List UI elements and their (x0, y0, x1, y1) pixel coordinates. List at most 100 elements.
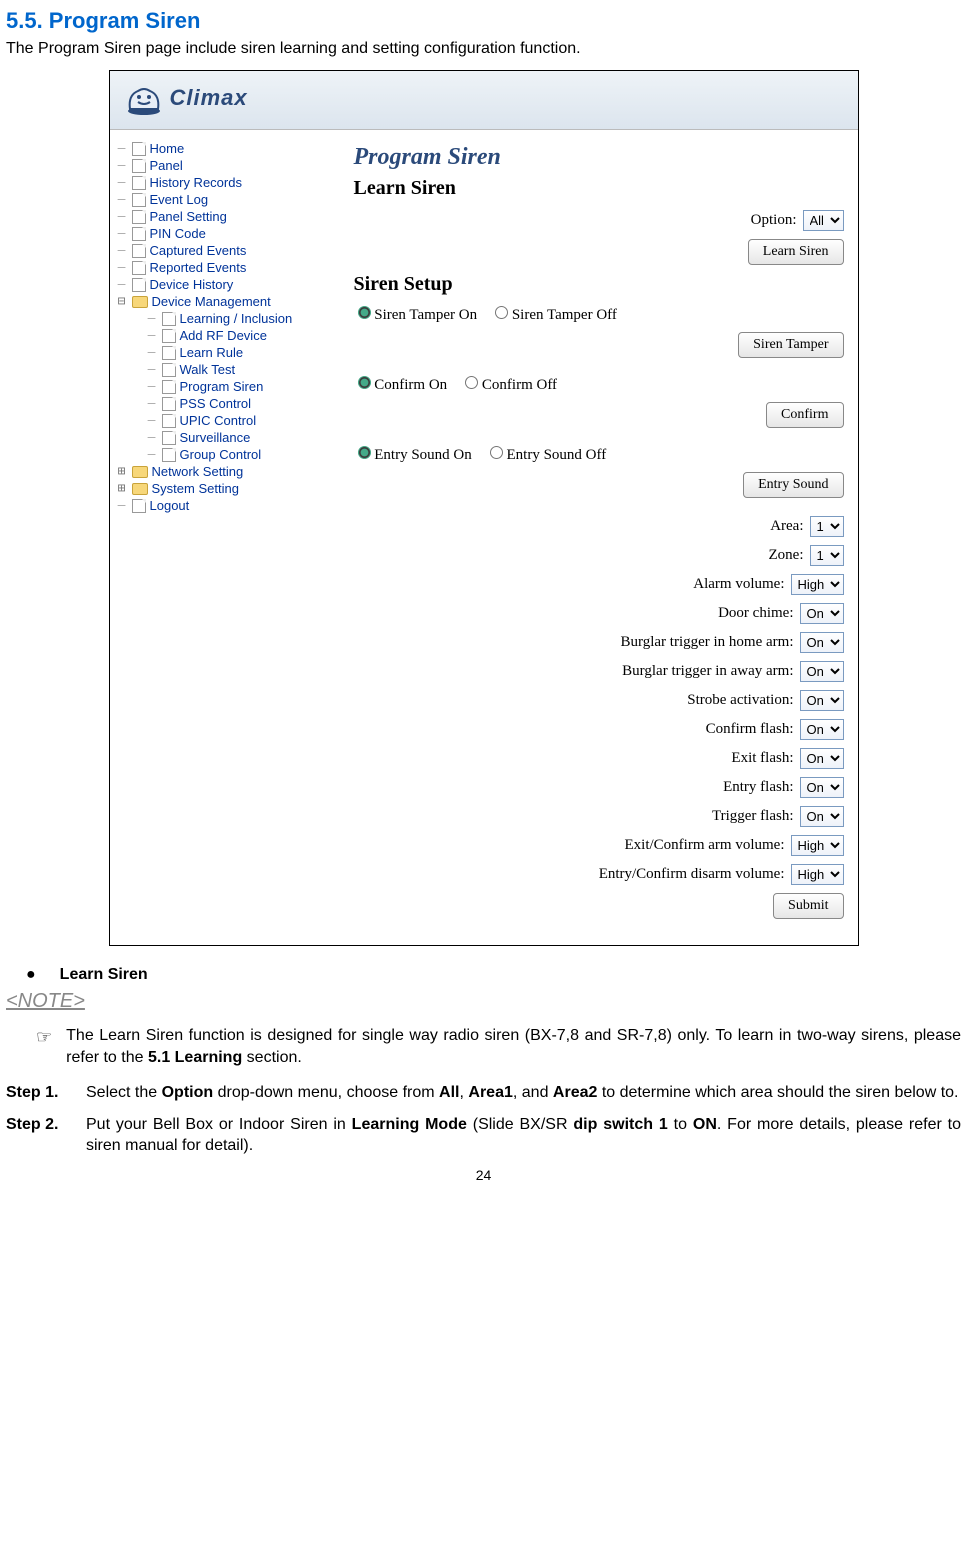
nav-upic-control[interactable]: UPIC Control (116, 412, 333, 429)
nav-panel[interactable]: Panel (116, 157, 333, 174)
page-icon (132, 261, 146, 275)
step-bold: Option (162, 1084, 214, 1101)
nav-pss-control[interactable]: PSS Control (116, 395, 333, 412)
entry-sound-button[interactable]: Entry Sound (743, 472, 843, 498)
step-text: to determine which area should the siren… (597, 1084, 958, 1101)
option-label: Option: (751, 212, 797, 229)
nav-label: Device History (150, 277, 234, 292)
confirm-flash-select[interactable]: On (800, 719, 844, 740)
step-text: (Slide BX/SR (467, 1116, 574, 1133)
entry-flash-select[interactable]: On (800, 777, 844, 798)
confirm-button[interactable]: Confirm (766, 402, 843, 428)
submit-button[interactable]: Submit (773, 893, 843, 919)
folder-icon (132, 296, 148, 308)
nav-logout[interactable]: Logout (116, 497, 333, 514)
nav-surveillance[interactable]: Surveillance (116, 429, 333, 446)
section-heading: 5.5. Program Siren (6, 8, 961, 34)
burglar-away-select[interactable]: On (800, 661, 844, 682)
bullet-text: Learn Siren (60, 966, 148, 984)
step-text: to (668, 1116, 693, 1133)
page-icon (132, 159, 146, 173)
nav-program-siren[interactable]: Program Siren (116, 378, 333, 395)
nav-captured-events[interactable]: Captured Events (116, 242, 333, 259)
alarm-volume-select[interactable]: High (791, 574, 844, 595)
page-icon (132, 210, 146, 224)
entry-sound-on-radio[interactable]: Entry Sound On (358, 446, 472, 464)
learn-siren-button[interactable]: Learn Siren (748, 239, 844, 265)
confirm-off-radio[interactable]: Confirm Off (465, 376, 557, 394)
nav-device-history[interactable]: Device History (116, 276, 333, 293)
option-select[interactable]: All (803, 210, 844, 231)
note-bold: 5.1 Learning (148, 1049, 242, 1066)
nav-learning-inclusion[interactable]: Learning / Inclusion (116, 310, 333, 327)
area-select[interactable]: 1 (810, 516, 844, 537)
entry-confirm-disarm-select[interactable]: High (791, 864, 844, 885)
step-text: Select the (86, 1084, 162, 1101)
page-icon (162, 448, 176, 462)
step-label: Step 1. (6, 1082, 74, 1104)
radio-label: Entry Sound On (374, 447, 472, 463)
pointer-icon: ☞ (36, 1025, 52, 1068)
zone-label: Zone: (769, 547, 804, 564)
page-icon (162, 329, 176, 343)
page-icon (132, 142, 146, 156)
entry-sound-off-radio[interactable]: Entry Sound Off (490, 446, 606, 464)
siren-tamper-off-radio[interactable]: Siren Tamper Off (495, 306, 617, 324)
trigger-flash-select[interactable]: On (800, 806, 844, 827)
nav-group-control[interactable]: Group Control (116, 446, 333, 463)
nav-label: PIN Code (150, 226, 206, 241)
nav-panel-setting[interactable]: Panel Setting (116, 208, 333, 225)
nav-label: PSS Control (180, 396, 252, 411)
nav-network-setting[interactable]: Network Setting (116, 463, 333, 480)
app-header: Climax (110, 71, 858, 130)
nav-reported-events[interactable]: Reported Events (116, 259, 333, 276)
main-panel: Program Siren Learn Siren Option: All Le… (340, 130, 858, 945)
entry-flash-label: Entry flash: (723, 779, 793, 796)
exit-flash-select[interactable]: On (800, 748, 844, 769)
nav-system-setting[interactable]: System Setting (116, 480, 333, 497)
exit-confirm-arm-select[interactable]: High (791, 835, 844, 856)
burglar-home-label: Burglar trigger in home arm: (620, 634, 793, 651)
page-icon (162, 397, 176, 411)
confirm-on-radio[interactable]: Confirm On (358, 376, 448, 394)
step-bold: ON (693, 1116, 717, 1133)
nav-home[interactable]: Home (116, 140, 333, 157)
nav-label: UPIC Control (180, 413, 257, 428)
intro-text: The Program Siren page include siren lea… (6, 40, 961, 58)
radio-label: Siren Tamper On (374, 307, 477, 323)
nav-history-records[interactable]: History Records (116, 174, 333, 191)
strobe-activation-select[interactable]: On (800, 690, 844, 711)
door-chime-select[interactable]: On (800, 603, 844, 624)
page-icon (132, 193, 146, 207)
nav-label: Learn Rule (180, 345, 244, 360)
radio-label: Entry Sound Off (507, 447, 607, 463)
nav-label: Learning / Inclusion (180, 311, 293, 326)
zone-select[interactable]: 1 (810, 545, 844, 566)
step-bold: Learning Mode (352, 1116, 467, 1133)
siren-tamper-button[interactable]: Siren Tamper (738, 332, 843, 358)
nav-walk-test[interactable]: Walk Test (116, 361, 333, 378)
exit-flash-label: Exit flash: (731, 750, 793, 767)
nav-label: Group Control (180, 447, 262, 462)
nav-device-management[interactable]: Device Management (116, 293, 333, 310)
siren-tamper-on-radio[interactable]: Siren Tamper On (358, 306, 478, 324)
nav-label: Panel (150, 158, 183, 173)
nav-label: Captured Events (150, 243, 247, 258)
nav-learn-rule[interactable]: Learn Rule (116, 344, 333, 361)
exit-confirm-arm-label: Exit/Confirm arm volume: (625, 837, 785, 854)
radio-label: Confirm Off (482, 377, 557, 393)
nav-event-log[interactable]: Event Log (116, 191, 333, 208)
folder-icon (132, 466, 148, 478)
nav-label: Surveillance (180, 430, 251, 445)
page-icon (162, 312, 176, 326)
nav-pin-code[interactable]: PIN Code (116, 225, 333, 242)
step-text: drop-down menu, choose from (213, 1084, 439, 1101)
nav-add-rf-device[interactable]: Add RF Device (116, 327, 333, 344)
burglar-home-select[interactable]: On (800, 632, 844, 653)
step-text: , and (513, 1084, 553, 1101)
confirm-flash-label: Confirm flash: (706, 721, 794, 738)
app-screenshot: Climax Home Panel History Records Event … (109, 70, 859, 946)
step-text: Put your Bell Box or Indoor Siren in (86, 1116, 352, 1133)
page-title: Program Siren (354, 144, 844, 171)
burglar-away-label: Burglar trigger in away arm: (622, 663, 793, 680)
